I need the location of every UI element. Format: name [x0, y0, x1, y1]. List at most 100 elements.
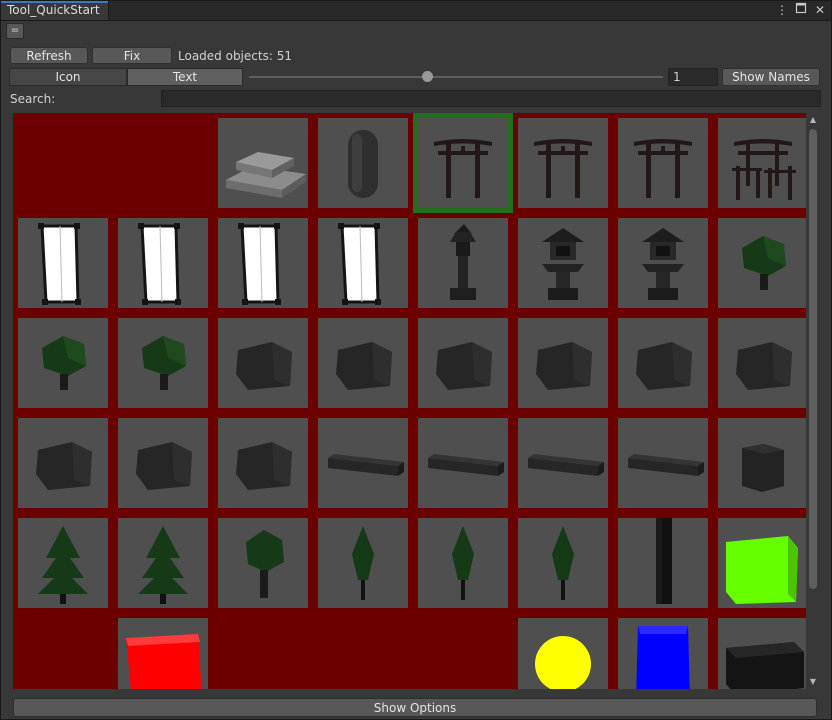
grid-item-cypress-tree[interactable]	[513, 513, 613, 613]
grid-item-preview	[418, 218, 508, 308]
stone-steps-icon	[226, 152, 306, 198]
size-value-field[interactable]: 1	[668, 68, 718, 86]
yellow-sphere-icon	[535, 636, 591, 689]
grid-item-cypress-tree[interactable]	[313, 513, 413, 613]
grid-item-paper-lantern[interactable]	[313, 213, 413, 313]
paper-lantern-icon	[138, 223, 181, 305]
view-mode-icon-tab[interactable]: Icon	[9, 68, 127, 86]
grid-item-rock[interactable]	[513, 313, 613, 413]
torii-gate-icon	[634, 139, 692, 198]
grid-item-torii-gate[interactable]	[513, 113, 613, 213]
grid-item-stump[interactable]	[713, 413, 806, 513]
grid-item-empty[interactable]	[313, 613, 413, 689]
size-slider-thumb[interactable]	[422, 71, 434, 82]
refresh-button[interactable]: Refresh	[10, 47, 88, 64]
pine-tree-icon	[38, 526, 88, 604]
grid-item-tall-pillar[interactable]	[613, 513, 713, 613]
stone-lantern-tall-icon	[450, 224, 476, 300]
grid-item-stone-steps[interactable]	[213, 113, 313, 213]
grid-item-rock[interactable]	[13, 413, 113, 513]
grid-item-empty[interactable]	[113, 113, 213, 213]
grid-item-preview	[318, 518, 408, 608]
grid-item-green-cube[interactable]	[713, 513, 806, 613]
grid-item-round-tree[interactable]	[213, 513, 313, 613]
grid-item-log[interactable]	[613, 413, 713, 513]
grid-item-rock[interactable]	[213, 313, 313, 413]
show-names-button[interactable]: Show Names	[722, 68, 820, 86]
grid-item-torii-fence[interactable]	[713, 113, 806, 213]
grid-item-stone-lantern[interactable]	[613, 213, 713, 313]
grid-item-preview	[318, 218, 408, 308]
grid-item-empty[interactable]	[213, 613, 313, 689]
grid-item-paper-lantern[interactable]	[113, 213, 213, 313]
grid-item-rock[interactable]	[113, 413, 213, 513]
maximize-icon[interactable]	[794, 2, 808, 18]
grid-item-preview	[218, 518, 308, 608]
grid-item-bush[interactable]	[13, 313, 113, 413]
rock-icon	[136, 442, 192, 490]
grid-item-empty[interactable]	[413, 613, 513, 689]
grid-item-preview	[318, 318, 408, 408]
dark-box-icon	[726, 642, 804, 689]
grid-item-empty[interactable]	[13, 113, 113, 213]
grid-item-bush[interactable]	[113, 313, 213, 413]
grid-item-stone-lantern[interactable]	[513, 213, 613, 313]
grid-item-torii-gate[interactable]	[413, 113, 513, 213]
menu-button[interactable]: =	[6, 23, 24, 39]
torii-gate-icon	[534, 139, 592, 198]
paper-lantern-icon	[338, 223, 381, 305]
grid-scrollbar[interactable]: ▲ ▼	[807, 115, 819, 687]
grid-item-cypress-tree[interactable]	[413, 513, 513, 613]
grid-item-paper-lantern[interactable]	[13, 213, 113, 313]
cypress-tree-icon	[452, 526, 474, 600]
rock-icon	[236, 342, 292, 390]
grid-item-pine-tree[interactable]	[113, 513, 213, 613]
grid-item-preview	[618, 218, 708, 308]
grid-item-rock[interactable]	[613, 313, 713, 413]
size-slider-track[interactable]	[249, 76, 663, 78]
show-options-button[interactable]: Show Options	[13, 698, 817, 717]
grid-item-rock[interactable]	[313, 313, 413, 413]
search-label: Search:	[10, 92, 56, 106]
grid-item-preview	[518, 218, 608, 308]
grid-item-capsule[interactable]	[313, 113, 413, 213]
search-input[interactable]	[161, 90, 821, 107]
fix-button[interactable]: Fix	[92, 47, 172, 64]
grid-item-preview	[318, 418, 408, 508]
grid-item-paper-lantern[interactable]	[213, 213, 313, 313]
grid-item-preview	[718, 618, 806, 689]
capsule-icon	[348, 130, 378, 198]
grid-item-bush[interactable]	[713, 213, 806, 313]
bush-icon	[742, 236, 786, 290]
scroll-down-icon[interactable]: ▼	[807, 677, 819, 687]
grid-item-preview	[518, 618, 608, 689]
grid-item-preview	[418, 318, 508, 408]
more-vert-icon[interactable]: ⋮	[775, 2, 789, 18]
grid-item-yellow-sphere[interactable]	[513, 613, 613, 689]
scroll-up-icon[interactable]: ▲	[807, 115, 819, 125]
grid-item-pine-tree[interactable]	[13, 513, 113, 613]
scrollbar-thumb[interactable]	[809, 129, 817, 589]
rock-icon	[536, 342, 592, 390]
grid-item-log[interactable]	[513, 413, 613, 513]
log-icon	[328, 454, 404, 476]
grid-item-rock[interactable]	[413, 313, 513, 413]
grid-item-red-cube[interactable]	[113, 613, 213, 689]
grid-item-preview	[118, 318, 208, 408]
grid-item-preview	[18, 518, 108, 608]
grid-item-blue-cube[interactable]	[613, 613, 713, 689]
close-icon[interactable]: ✕	[813, 2, 827, 18]
view-mode-text-tab[interactable]: Text	[127, 68, 243, 86]
grid-item-log[interactable]	[413, 413, 513, 513]
grid-item-preview	[418, 518, 508, 608]
grid-item-log[interactable]	[313, 413, 413, 513]
grid-item-rock[interactable]	[713, 313, 806, 413]
grid-item-preview	[718, 418, 806, 508]
grid-item-stone-lantern-tall[interactable]	[413, 213, 513, 313]
window-tab[interactable]: Tool_QuickStart	[1, 1, 109, 20]
grid-item-torii-gate[interactable]	[613, 113, 713, 213]
grid-item-rock[interactable]	[213, 413, 313, 513]
grid-item-empty[interactable]	[13, 613, 113, 689]
grid-item-preview	[518, 118, 608, 208]
grid-item-dark-box[interactable]	[713, 613, 806, 689]
